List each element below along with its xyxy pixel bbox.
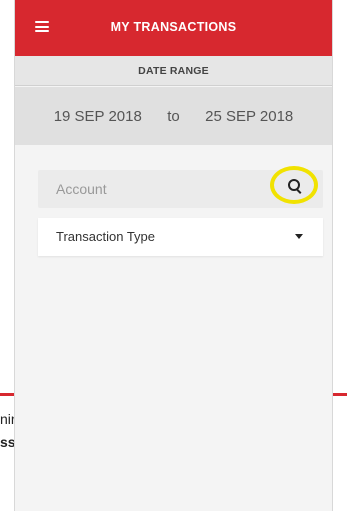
date-range-header: DATE RANGE xyxy=(15,56,332,86)
start-date[interactable]: 19 SEP 2018 xyxy=(54,108,142,125)
slide-divider-right xyxy=(333,393,347,396)
page-title: MY TRANSACTIONS xyxy=(110,20,237,34)
date-separator: to xyxy=(167,107,180,125)
account-input[interactable] xyxy=(38,170,286,208)
transaction-type-label: Transaction Type xyxy=(56,229,155,244)
phone-screen: MY TRANSACTIONS DATE RANGE 19 SEP 2018 t… xyxy=(14,0,333,511)
search-button[interactable] xyxy=(270,166,318,204)
slide-divider-left xyxy=(0,393,14,396)
app-bar: MY TRANSACTIONS xyxy=(15,0,332,56)
search-icon xyxy=(288,179,300,191)
account-field xyxy=(38,166,323,208)
transaction-type-dropdown[interactable]: Transaction Type xyxy=(38,218,323,256)
date-range-row: 19 SEP 2018 to 25 SEP 2018 xyxy=(15,87,332,145)
chevron-down-icon xyxy=(295,234,303,239)
end-date[interactable]: 25 SEP 2018 xyxy=(205,108,293,125)
